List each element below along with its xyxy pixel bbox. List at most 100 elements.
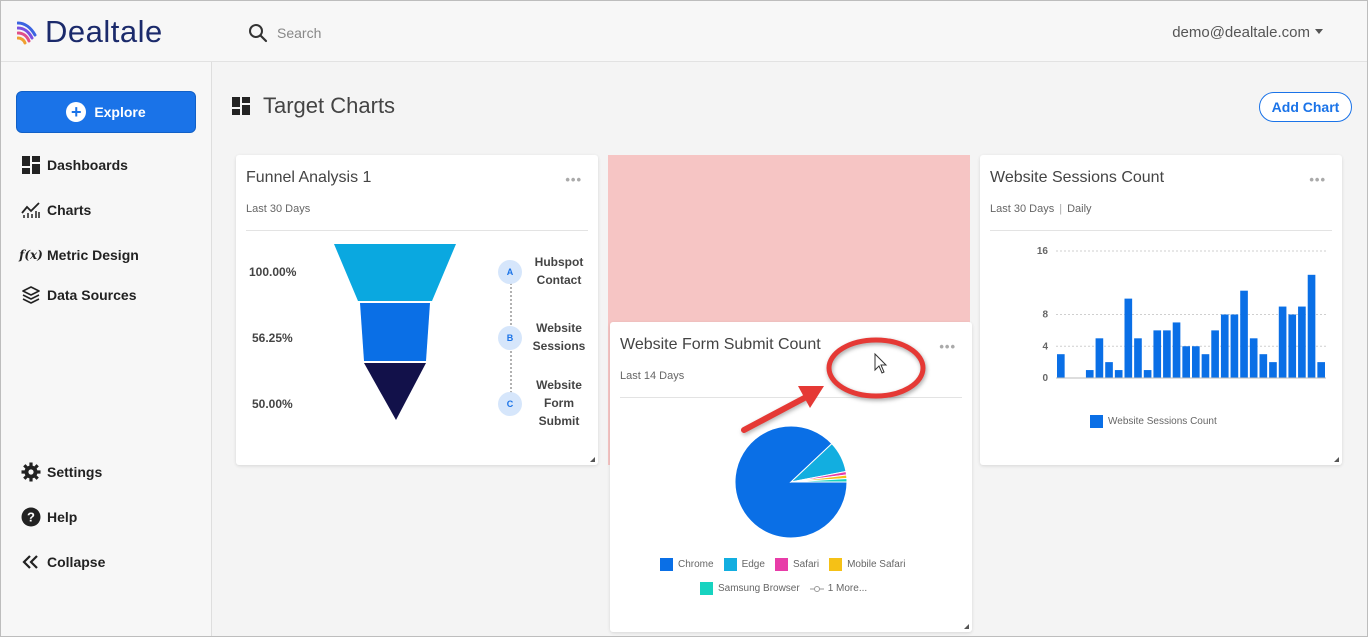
bar[interactable]	[1317, 362, 1325, 378]
legend-more[interactable]: 1 More...	[809, 583, 867, 594]
sidebar-item-label: Data Sources	[47, 287, 137, 303]
bar[interactable]	[1134, 338, 1142, 378]
more-options-icon[interactable]: •••	[1309, 172, 1326, 187]
sidebar-item-charts[interactable]: Charts	[21, 200, 91, 220]
logo[interactable]: Dealtale	[17, 14, 163, 50]
top-bar: Dealtale demo@dealtale.com	[1, 1, 1367, 62]
sidebar: + Explore Dashboards Charts f(x) Metric …	[1, 62, 212, 636]
chart-card-funnel[interactable]: Funnel Analysis 1 ••• Last 30 Days 100.0…	[236, 155, 598, 465]
bar[interactable]	[1172, 322, 1181, 378]
bar[interactable]	[1105, 362, 1113, 378]
more-options-icon[interactable]: •••	[939, 339, 956, 354]
bar[interactable]	[1085, 370, 1094, 378]
bar[interactable]	[1240, 290, 1248, 378]
card-period: Last 14 Days	[620, 370, 684, 382]
sidebar-item-label: Dashboards	[47, 157, 128, 173]
bar[interactable]	[1201, 354, 1210, 378]
help-icon: ?	[21, 507, 41, 527]
bar[interactable]	[1249, 338, 1258, 378]
chart-legend: Website Sessions Count	[1090, 415, 1227, 428]
sidebar-item-collapse[interactable]: Collapse	[21, 552, 105, 572]
bar[interactable]	[1143, 370, 1152, 378]
chart-card-sessions[interactable]: Website Sessions Count ••• Last 30 Days |…	[980, 155, 1342, 465]
user-email: demo@dealtale.com	[1172, 24, 1310, 41]
sidebar-item-dashboards[interactable]: Dashboards	[21, 155, 128, 175]
funnel-step-label: Website Form Submit	[536, 378, 582, 428]
legend-label: Website Sessions Count	[1108, 416, 1217, 427]
legend-item[interactable]: Safari	[774, 558, 819, 571]
bar[interactable]	[1278, 306, 1287, 378]
bar[interactable]	[1192, 346, 1200, 378]
bar[interactable]	[1269, 362, 1277, 378]
chart-legend: Chrome Edge Safari Mobile Safari	[660, 558, 915, 571]
funnel-stage-c	[364, 363, 426, 420]
gear-icon	[21, 462, 41, 482]
sidebar-item-data-sources[interactable]: Data Sources	[21, 285, 136, 305]
form-submit-pie-chart	[734, 425, 848, 539]
legend-swatch	[723, 558, 737, 571]
logo-text: Dealtale	[45, 14, 163, 49]
funnel-percent: 56.25%	[252, 331, 293, 345]
legend-swatch	[1090, 415, 1103, 428]
explore-label: Explore	[94, 104, 146, 120]
x-tick-label: 11 Jan	[1142, 384, 1173, 385]
legend-item[interactable]: Chrome	[660, 558, 714, 571]
line-chart-icon	[21, 200, 41, 220]
bar[interactable]	[1259, 354, 1268, 378]
granularity-label: Daily	[1067, 203, 1092, 215]
more-options-icon[interactable]: •••	[565, 172, 582, 187]
x-tick-label: 29 Jan	[1306, 384, 1337, 385]
sidebar-item-settings[interactable]: Settings	[21, 462, 102, 482]
legend-swatch	[700, 582, 713, 595]
funnel-stage-a	[334, 244, 456, 301]
legend-item[interactable]: Mobile Safari	[829, 558, 905, 571]
dashboard-icon	[232, 97, 250, 115]
legend-item[interactable]: Edge	[723, 558, 765, 571]
bar[interactable]	[1220, 314, 1229, 379]
bar[interactable]	[1182, 346, 1190, 378]
bar[interactable]	[1163, 330, 1171, 378]
legend-label: Chrome	[678, 559, 714, 570]
legend-item[interactable]: Samsung Browser	[700, 582, 800, 595]
period-label: Last 30 Days	[990, 203, 1055, 215]
bar[interactable]	[1095, 338, 1104, 378]
y-tick-label: 4	[1042, 341, 1048, 352]
explore-button[interactable]: + Explore	[16, 91, 196, 133]
period-label: Last 30 Days	[246, 203, 311, 215]
bar[interactable]	[1114, 370, 1123, 378]
card-title: Website Sessions Count	[990, 169, 1165, 186]
x-tick-label: 19 Jan	[1219, 384, 1250, 385]
resize-handle[interactable]	[1334, 457, 1339, 462]
sidebar-item-help[interactable]: ? Help	[21, 507, 77, 527]
legend-label: Edge	[741, 559, 765, 570]
sidebar-item-label: Charts	[47, 202, 92, 218]
legend-item[interactable]: Website Sessions Count	[1090, 415, 1217, 428]
bar[interactable]	[1057, 354, 1065, 378]
card-period: Last 30 Days | Daily	[990, 203, 1092, 215]
add-chart-button[interactable]: Add Chart	[1259, 92, 1352, 122]
bar[interactable]	[1307, 274, 1316, 378]
bar[interactable]	[1298, 306, 1306, 378]
page-title: Target Charts	[263, 93, 396, 118]
resize-handle[interactable]	[964, 624, 969, 629]
user-menu[interactable]: demo@dealtale.com	[1172, 24, 1323, 41]
funnel-percent: 100.00%	[249, 265, 297, 279]
divider	[246, 230, 588, 231]
svg-text:?: ?	[27, 510, 35, 525]
dashboard-icon	[21, 155, 41, 175]
bar[interactable]	[1230, 314, 1239, 379]
card-title: Funnel Analysis 1	[246, 169, 372, 186]
layers-icon	[21, 285, 41, 305]
bar[interactable]	[1211, 330, 1219, 378]
chart-legend: Samsung Browser 1 More...	[700, 582, 877, 595]
search-icon[interactable]	[248, 23, 268, 43]
resize-handle[interactable]	[590, 457, 595, 462]
bar[interactable]	[1124, 298, 1133, 378]
sidebar-item-metric-design[interactable]: f(x) Metric Design	[19, 245, 139, 265]
plus-icon: +	[66, 102, 87, 122]
search-input[interactable]	[277, 21, 577, 45]
bar[interactable]	[1288, 314, 1297, 379]
funnel-graphic	[334, 244, 456, 420]
funnel-step-label: Website Sessions	[532, 321, 586, 353]
bar[interactable]	[1153, 330, 1162, 378]
